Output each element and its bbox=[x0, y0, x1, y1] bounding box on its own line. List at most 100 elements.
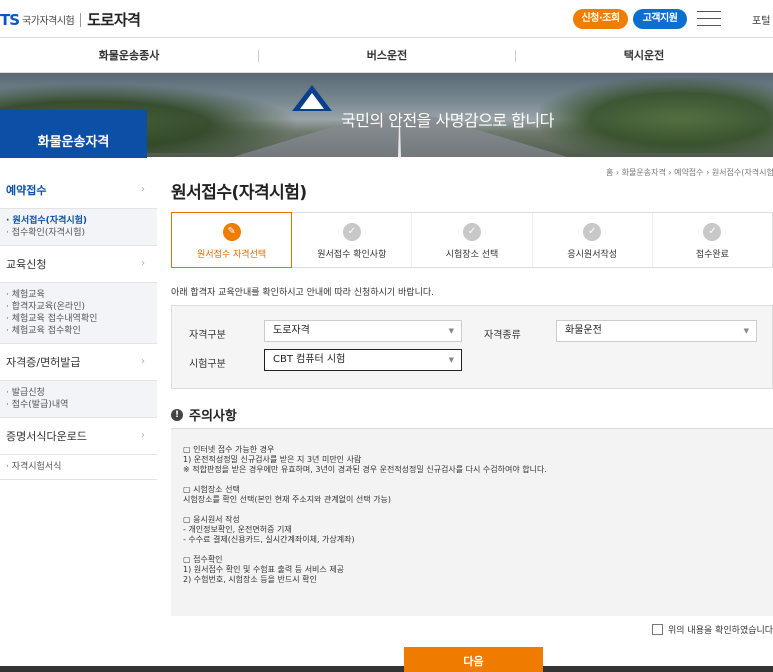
sidebar-item-label: 교육신청 bbox=[6, 258, 47, 271]
step-qualification-select: ✎ 원서접수 자격선택 bbox=[171, 212, 293, 268]
submenu-item-experience[interactable]: · 체험교육 bbox=[6, 289, 157, 301]
sidebar-item-label: 증명서식다운로드 bbox=[6, 430, 87, 443]
triangle-logo-icon bbox=[292, 85, 332, 111]
sidebar-item-label: 자격증/면허발급 bbox=[6, 356, 81, 369]
sidebar-submenu: · 자격시험서식 bbox=[0, 455, 157, 480]
check-icon: ✓ bbox=[703, 223, 722, 241]
exam-type-value: CBT 컴퓨터 시험 bbox=[273, 354, 346, 365]
chevron-right-icon: › bbox=[141, 430, 145, 441]
notice-line: 1) 원서접수 확인 및 수험표 출력 등 서비스 제공 bbox=[183, 565, 345, 574]
notice-line: ▢ 시험장소 선택 bbox=[183, 485, 240, 494]
qual-kind-value: 화물운전 bbox=[565, 325, 602, 336]
site-logo[interactable]: TS 국가자격시험 도로자격 bbox=[0, 9, 141, 30]
confirm-checkbox-row[interactable]: 위의 내용을 확인하였습니다 bbox=[652, 623, 773, 636]
confirm-label: 위의 내용을 확인하였습니다 bbox=[668, 626, 773, 636]
logo-site-name: 도로자격 bbox=[87, 11, 141, 29]
notice-line: ▢ 접수확인 bbox=[183, 555, 223, 564]
submenu-item-apply-exam[interactable]: · 원서접수(자격시험) bbox=[6, 215, 157, 227]
chevron-down-icon: ▼ bbox=[743, 327, 749, 335]
notice-line: ▢ 응시원서 작성 bbox=[183, 515, 240, 524]
check-icon: ✓ bbox=[463, 223, 481, 241]
sidebar-submenu: · 체험교육 · 합격자교육(온라인) · 체험교육 접수내역확인 · 체험교육… bbox=[0, 283, 157, 344]
submenu-item-experience-confirm[interactable]: · 체험교육 접수확인 bbox=[6, 325, 157, 337]
qual-type-select[interactable]: 도로자격 ▼ bbox=[264, 320, 462, 342]
notice-line: ※ 적합판정을 받은 경우에만 유효하며, 3년이 경과된 경우 운전적성정밀 … bbox=[183, 465, 547, 474]
notice-heading: ! 주의사항 bbox=[171, 405, 237, 424]
confirm-checkbox[interactable] bbox=[652, 624, 663, 635]
chevron-down-icon: ▼ bbox=[448, 327, 454, 335]
logo-org-name: 국가자격시험 bbox=[22, 16, 75, 27]
chevron-right-icon: › bbox=[141, 258, 145, 269]
submenu-item-exam-forms[interactable]: · 자격시험서식 bbox=[6, 461, 157, 473]
nav-item-taxi[interactable]: 택시운전 bbox=[515, 39, 773, 73]
notice-line: 2) 수험번호, 시험장소 등을 반드시 확인 bbox=[183, 575, 317, 584]
step-exam-location: ✓ 시험장소 선택 bbox=[412, 213, 533, 267]
nav-item-bus[interactable]: 버스운전 bbox=[258, 39, 516, 73]
submenu-item-issue-history[interactable]: · 접수(발급)내역 bbox=[6, 399, 157, 411]
sidebar-item-education[interactable]: 교육신청 › bbox=[0, 246, 157, 283]
step-label: 원서접수 자격선택 bbox=[197, 250, 267, 260]
section-title: 화물운송자격 bbox=[0, 110, 147, 158]
step-label: 응시원서작성 bbox=[567, 250, 618, 260]
sidebar-item-reservation[interactable]: 예약접수 › bbox=[0, 172, 157, 209]
notice-box: ▢ 인터넷 접수 가능한 경우 1) 운전적성정밀 신규검사를 받은 지 3년 … bbox=[171, 428, 773, 616]
notice-line: - 개인정보확인, 운전면허증 기재 bbox=[183, 525, 292, 534]
menu-icon[interactable] bbox=[697, 11, 721, 27]
apply-inquiry-button[interactable]: 신청·조회 bbox=[573, 9, 628, 29]
sidebar-submenu: · 원서접수(자격시험) · 접수확인(자격시험) bbox=[0, 209, 157, 246]
top-nav: 화물운송종사 버스운전 택시운전 bbox=[0, 39, 773, 73]
submenu-item-check-apply[interactable]: · 접수확인(자격시험) bbox=[6, 227, 157, 239]
nav-item-cargo[interactable]: 화물운송종사 bbox=[0, 39, 258, 73]
exclamation-icon: ! bbox=[171, 408, 183, 421]
next-button[interactable]: 다음 bbox=[404, 647, 543, 672]
intro-text: 아래 합격자 교육안내를 확인하시고 안내에 따라 신청하시기 바랍니다. bbox=[171, 288, 435, 298]
sidebar-item-forms[interactable]: 증명서식다운로드 › bbox=[0, 418, 157, 455]
exam-type-select[interactable]: CBT 컴퓨터 시험 ▼ bbox=[264, 349, 462, 371]
step-label: 접수완료 bbox=[695, 250, 729, 260]
notice-line: - 수수료 결제(신용카드, 실시간계좌이체, 가상계좌) bbox=[183, 535, 355, 544]
notice-block: ▢ 인터넷 접수 가능한 경우 1) 운전적성정밀 신규검사를 받은 지 3년 … bbox=[183, 445, 773, 475]
notice-title: 주의사항 bbox=[189, 409, 237, 424]
qualification-form: 자격구분 도로자격 ▼ 자격종류 화물운전 ▼ 시험구분 CBT 컴퓨터 시험 … bbox=[171, 305, 773, 389]
submenu-item-experience-history[interactable]: · 체험교육 접수내역확인 bbox=[6, 313, 157, 325]
portal-link[interactable]: 포털 bbox=[752, 12, 770, 27]
chevron-right-icon: › bbox=[141, 184, 145, 195]
bottom-bar bbox=[543, 666, 773, 672]
sidebar-item-license[interactable]: 자격증/면허발급 › bbox=[0, 344, 157, 381]
step-application-write: ✓ 응시원서작성 bbox=[533, 213, 653, 267]
breadcrumb: 홈 › 화물운송자격 › 예약접수 › 원서접수(자격시험) bbox=[606, 168, 773, 177]
check-icon: ✓ bbox=[342, 223, 361, 241]
page-title: 원서접수(자격시험) bbox=[171, 183, 307, 203]
sidebar: 예약접수 › · 원서접수(자격시험) · 접수확인(자격시험) 교육신청 › … bbox=[0, 172, 157, 480]
pencil-icon: ✎ bbox=[222, 223, 241, 241]
notice-line: 시험장소를 확인 선택(본인 현재 주소지와 관계없이 선택 가능) bbox=[183, 495, 392, 504]
exam-type-label: 시험구분 bbox=[189, 359, 226, 370]
site-header: TS 국가자격시험 도로자격 신청·조회 고객지원 포털 bbox=[0, 0, 773, 38]
notice-line: ▢ 인터넷 접수 가능한 경우 bbox=[183, 445, 275, 454]
step-label: 시험장소 선택 bbox=[445, 250, 499, 260]
ts-logo: TS bbox=[0, 10, 20, 29]
banner-trees-right bbox=[540, 78, 773, 153]
step-complete: ✓ 접수완료 bbox=[653, 213, 772, 267]
submenu-item-passer-online[interactable]: · 합격자교육(온라인) bbox=[6, 301, 157, 313]
customer-support-button[interactable]: 고객지원 bbox=[633, 9, 687, 29]
notice-block: ▢ 시험장소 선택 시험장소를 확인 선택(본인 현재 주소지와 관계없이 선택… bbox=[183, 485, 773, 505]
notice-line: 1) 운전적성정밀 신규검사를 받은 지 3년 미만인 사람 bbox=[183, 455, 362, 464]
banner-slogan: 국민의 안전을 사명감으로 합니다 bbox=[341, 111, 554, 130]
chevron-down-icon: ▼ bbox=[448, 356, 454, 364]
qual-kind-label: 자격종류 bbox=[484, 330, 521, 341]
qual-type-value: 도로자격 bbox=[273, 325, 310, 336]
logo-divider bbox=[80, 12, 82, 27]
check-icon: ✓ bbox=[583, 223, 602, 241]
qual-kind-select[interactable]: 화물운전 ▼ bbox=[556, 320, 757, 342]
step-label: 원서접수 확인사항 bbox=[317, 250, 387, 260]
step-confirm-items: ✓ 원서접수 확인사항 bbox=[292, 213, 413, 267]
bottom-bar bbox=[0, 666, 404, 672]
submenu-item-issue-request[interactable]: · 발급신청 bbox=[6, 387, 157, 399]
sidebar-item-label: 예약접수 bbox=[6, 184, 47, 197]
chevron-right-icon: › bbox=[141, 356, 145, 367]
progress-steps: ✎ 원서접수 자격선택 ✓ 원서접수 확인사항 ✓ 시험장소 선택 ✓ 응시원서… bbox=[171, 212, 773, 268]
qual-type-label: 자격구분 bbox=[189, 330, 226, 341]
notice-block: ▢ 접수확인 1) 원서접수 확인 및 수험표 출력 등 서비스 제공 2) 수… bbox=[183, 555, 773, 585]
sidebar-submenu: · 발급신청 · 접수(발급)내역 bbox=[0, 381, 157, 418]
